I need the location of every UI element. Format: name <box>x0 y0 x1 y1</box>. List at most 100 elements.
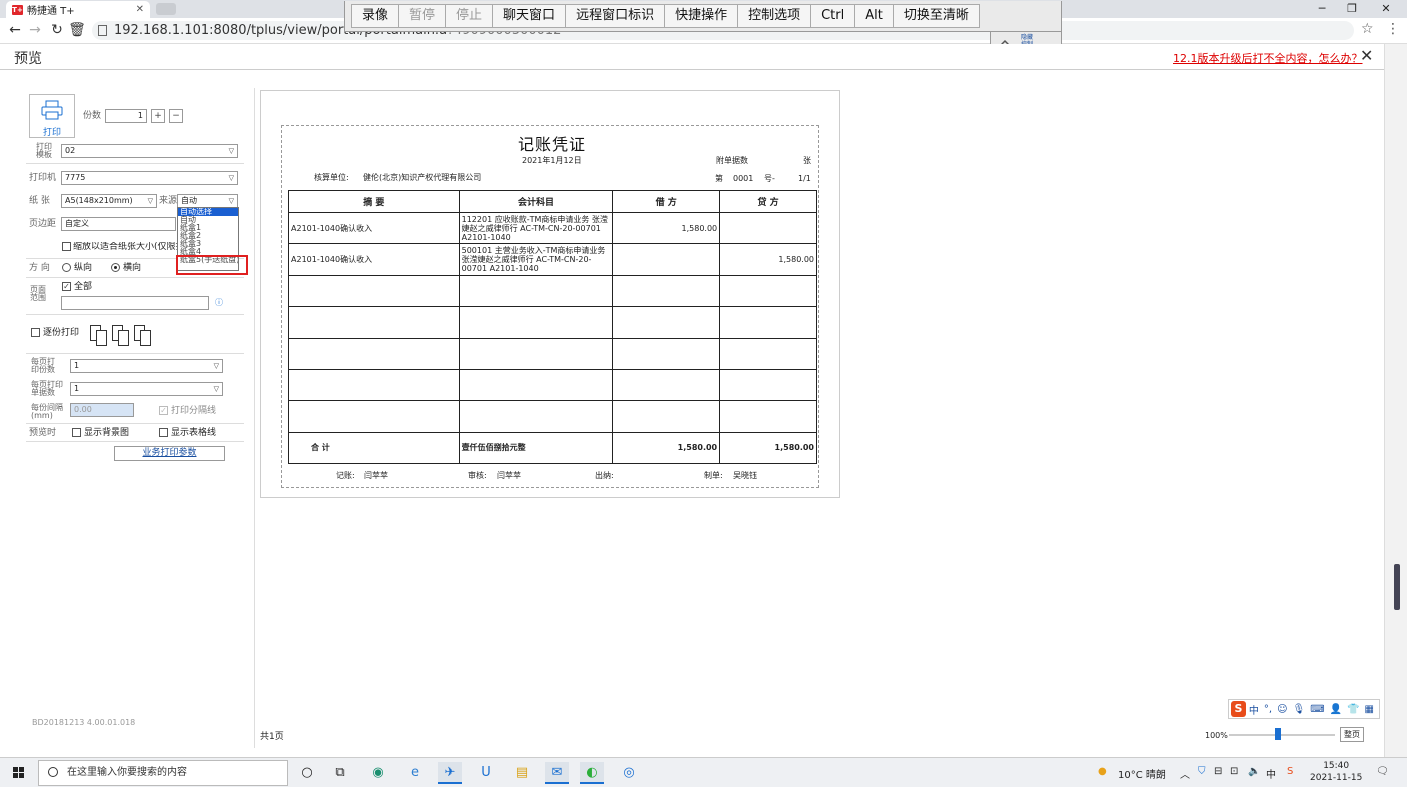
paper-select[interactable]: A5(148x210mm) ▽ <box>61 194 157 208</box>
chrome-app-icon[interactable]: ◎ <box>617 762 641 784</box>
source-select[interactable]: 自动 ▽ <box>177 194 238 208</box>
system-clock[interactable]: 15:40 2021-11-15 <box>1310 760 1362 784</box>
collate-page-2-icon <box>118 330 129 346</box>
per-page-docs-label: 每页打印单据数 <box>31 380 63 397</box>
remote-toolbar-button-7[interactable]: Ctrl <box>810 4 855 28</box>
remote-toolbar-button-4[interactable]: 远程窗口标识 <box>565 4 665 28</box>
bookkeeper-value: 闫苹苹 <box>364 471 388 480</box>
org-label: 核算单位: <box>314 173 349 182</box>
file-explorer-icon[interactable]: ▤ <box>510 762 534 784</box>
browser-menu-icon[interactable]: ⋮ <box>1386 21 1400 37</box>
sogou-logo-icon[interactable]: S <box>1231 701 1246 717</box>
window-close-icon[interactable]: ✕ <box>1366 0 1406 18</box>
per-page-copies-select[interactable]: 1 ▽ <box>70 359 223 373</box>
print-button[interactable]: 打印 <box>29 94 75 138</box>
network-icon[interactable]: ⊟ <box>1214 766 1222 777</box>
remote-toolbar-button-3[interactable]: 聊天窗口 <box>492 4 566 28</box>
orientation-label: 方 向 <box>29 263 50 273</box>
forward-arrow-icon[interactable]: → <box>26 22 44 38</box>
outlook-icon[interactable]: ✉ <box>545 762 569 784</box>
scrollbar-thumb[interactable] <box>1394 564 1400 610</box>
microphone-icon[interactable]: 🎙 <box>1293 704 1306 715</box>
notification-icon[interactable]: 🗨 <box>1376 766 1389 777</box>
tray-expand-icon[interactable]: ︿ <box>1180 766 1190 781</box>
collate-checkbox[interactable] <box>31 328 40 337</box>
tab-close-icon[interactable]: ✕ <box>136 4 144 15</box>
print-button-label: 打印 <box>42 128 61 138</box>
landscape-radio[interactable] <box>111 263 120 272</box>
toolbox-icon[interactable]: ▦ <box>1365 704 1374 715</box>
weather-icon[interactable]: ● <box>1098 766 1107 777</box>
total-credit: 1,580.00 <box>719 431 817 464</box>
ime-tray-indicator[interactable]: 中 <box>1266 766 1276 781</box>
security-shield-icon[interactable]: ⛉ <box>1198 766 1206 777</box>
browser-tab[interactable]: T+ 畅捷通 T+ ✕ <box>6 1 150 18</box>
org-value: 健伦(北京)知识产权代理有限公司 <box>363 173 482 182</box>
show-background-checkbox[interactable] <box>72 428 81 437</box>
fit-page-button[interactable]: 整页 <box>1340 727 1364 742</box>
page-range-input[interactable] <box>61 296 209 310</box>
remote-toolbar-button-0[interactable]: 录像 <box>351 4 399 28</box>
edge-browser-icon[interactable]: ◉ <box>366 762 390 784</box>
zoom-slider-thumb[interactable] <box>1275 728 1281 740</box>
preview-close-icon[interactable]: ✕ <box>1360 46 1373 65</box>
copies-minus-button[interactable]: − <box>169 109 183 123</box>
back-arrow-icon[interactable]: ← <box>6 22 24 38</box>
printer-select[interactable]: 7775 ▽ <box>61 171 238 185</box>
collate-label: 逐份打印 <box>43 328 80 338</box>
upgrade-help-link[interactable]: 12.1版本升级后打不全内容，怎么办？ <box>1173 50 1363 66</box>
new-tab-button[interactable] <box>156 3 176 15</box>
show-grid-checkbox[interactable] <box>159 428 168 437</box>
copies-plus-button[interactable]: + <box>151 109 165 123</box>
ie-browser-icon[interactable]: e <box>403 762 427 784</box>
remote-toolbar-button-9[interactable]: 切换至清晰 <box>892 4 980 28</box>
business-print-params-button[interactable]: 业务打印参数 <box>114 446 225 461</box>
taskbar-search-input[interactable]: 在这里输入你要搜索的内容 <box>38 760 288 786</box>
all-pages-label: 全部 <box>74 282 93 292</box>
template-label: 打印模板 <box>36 142 52 159</box>
per-page-docs-select[interactable]: 1 ▽ <box>70 382 223 396</box>
margin-select[interactable]: 自定义 <box>61 217 176 231</box>
cortana-icon[interactable]: ○ <box>295 762 319 784</box>
trash-icon[interactable]: 🗑 <box>68 22 86 38</box>
volume-icon[interactable]: 🔈 <box>1248 766 1260 777</box>
chevron-down-icon: ▽ <box>228 197 234 205</box>
windows-start-icon[interactable] <box>13 767 25 779</box>
weather-text[interactable]: 10°C 晴朗 <box>1118 766 1166 781</box>
emoji-icon[interactable]: ☺ <box>1277 704 1287 715</box>
remote-toolbar-button-5[interactable]: 快捷操作 <box>664 4 738 28</box>
remote-toolbar-button-8[interactable]: Alt <box>854 4 893 28</box>
remote-toolbar-button-6[interactable]: 控制选项 <box>737 4 811 28</box>
voucher-no-suffix: 号- <box>764 174 775 183</box>
keyboard-icon[interactable]: ⌨ <box>1310 704 1324 715</box>
remote-app-icon[interactable]: ✈ <box>438 762 462 784</box>
page-count: 共1页 <box>260 732 284 742</box>
sogou-tray-icon[interactable]: S <box>1287 766 1293 777</box>
skin-icon[interactable]: 👕 <box>1347 704 1359 715</box>
vertical-scrollbar[interactable] <box>1384 44 1407 757</box>
portrait-radio[interactable] <box>62 263 71 272</box>
remote-toolbar-button-2[interactable]: 停止 <box>445 4 493 28</box>
bookmark-star-icon[interactable]: ☆ <box>1361 21 1374 37</box>
template-select[interactable]: 02 ▽ <box>61 144 238 158</box>
bookkeeper-label: 记账: <box>336 471 355 480</box>
info-icon[interactable]: ⓘ <box>215 298 223 308</box>
device-icon[interactable]: ⊡ <box>1230 766 1238 777</box>
total-label-text: 合 计 <box>311 443 330 453</box>
separator-checkbox[interactable]: ✓ <box>159 406 168 415</box>
spacing-input[interactable]: 0.00 <box>70 403 134 417</box>
shrink-to-fit-checkbox[interactable] <box>62 242 71 251</box>
remote-toolbar-button-1[interactable]: 暂停 <box>398 4 446 28</box>
ime-mode-indicator[interactable]: 中 <box>1249 702 1259 717</box>
wechat-icon[interactable]: ◐ <box>580 762 604 784</box>
divider <box>26 423 244 424</box>
punctuation-icon[interactable]: °, <box>1264 704 1272 715</box>
zoom-slider-track[interactable] <box>1229 734 1335 736</box>
user-icon[interactable]: 👤 <box>1330 704 1342 715</box>
all-pages-checkbox[interactable]: ✓ <box>62 282 71 291</box>
maker-label: 制单: <box>704 471 723 480</box>
reload-icon[interactable]: ↻ <box>48 22 66 38</box>
task-view-icon[interactable]: ⧉ <box>328 762 352 784</box>
copies-input[interactable]: 1 <box>105 109 147 123</box>
app-u-icon[interactable]: U <box>474 762 498 784</box>
